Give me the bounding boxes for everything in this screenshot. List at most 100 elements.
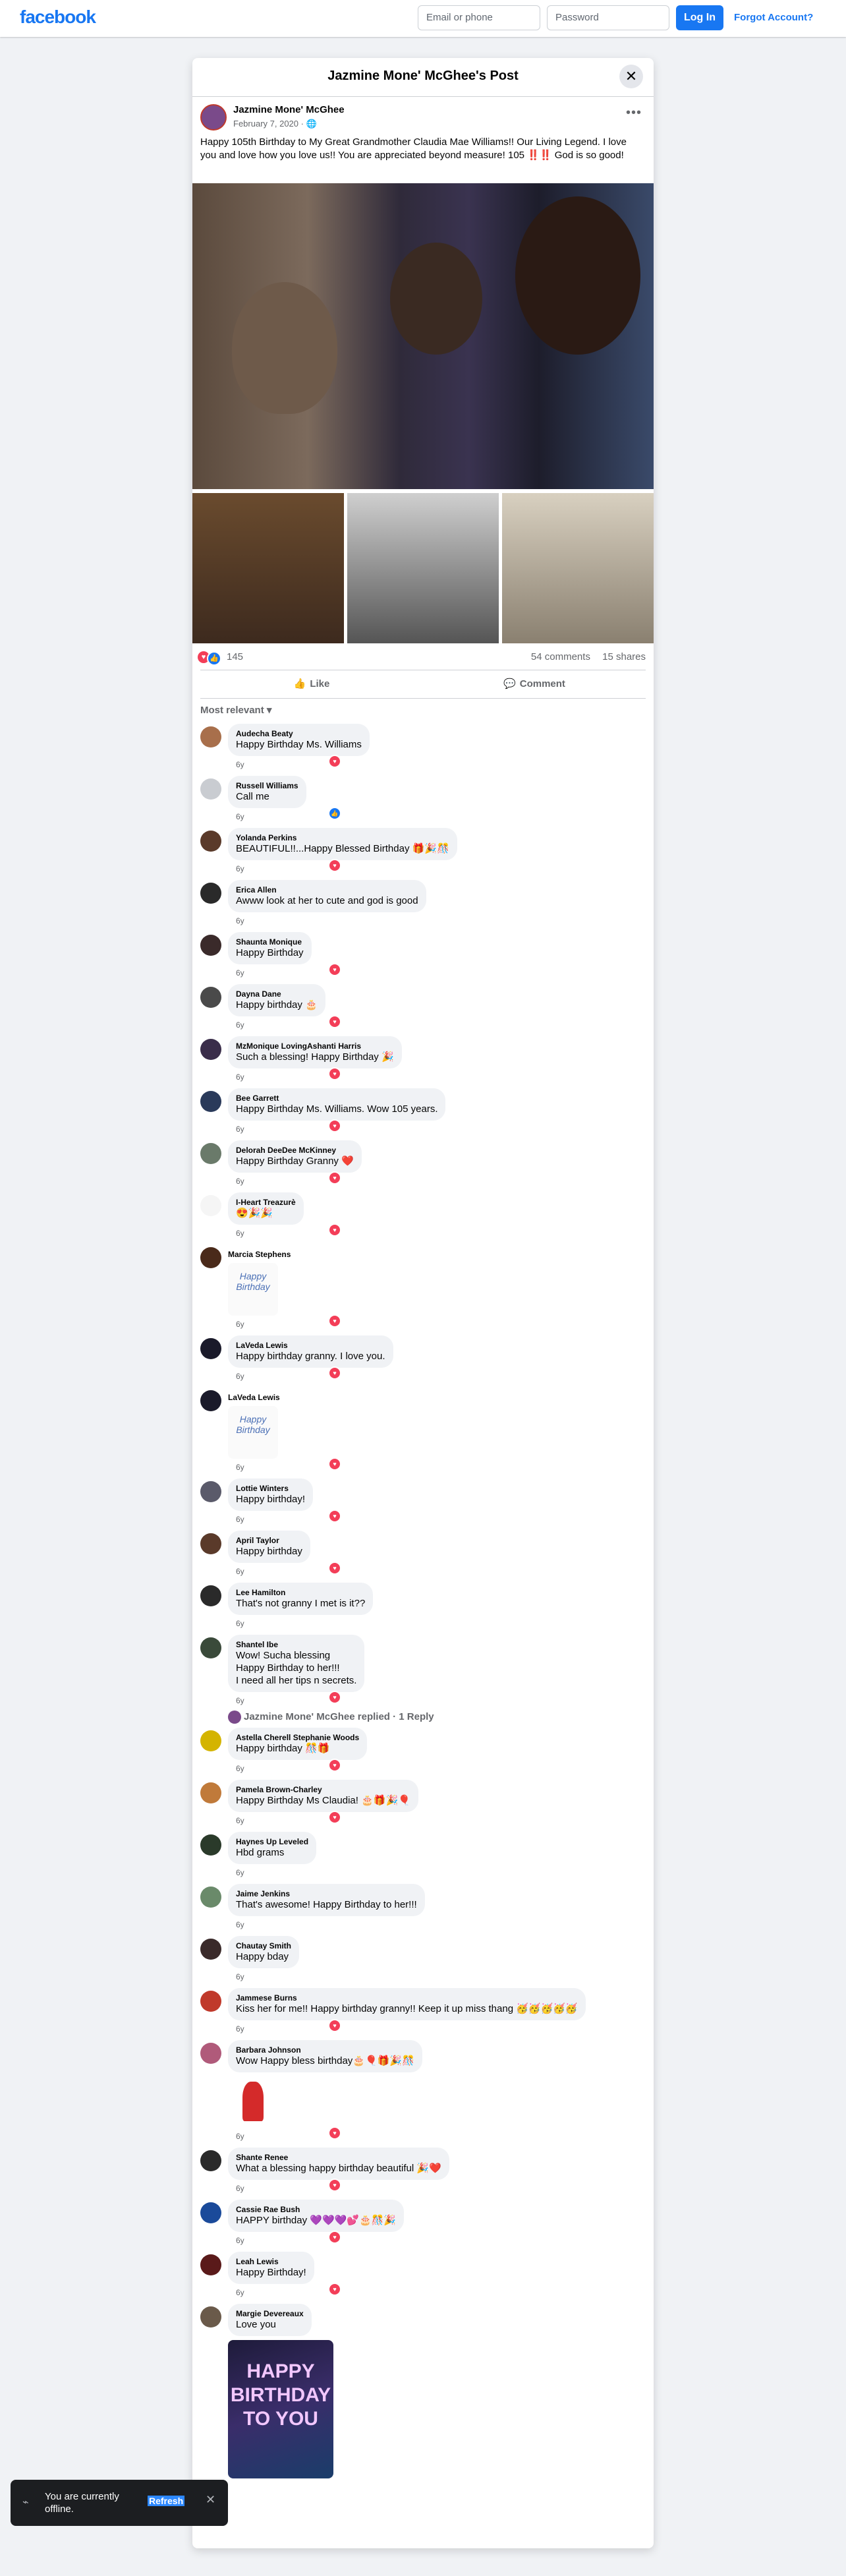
commenter-name[interactable]: Jaime Jenkins <box>236 1889 417 1898</box>
comment-time[interactable]: 6y <box>236 1125 244 1134</box>
comment-sort-dropdown[interactable]: Most relevant ▾ <box>200 704 271 716</box>
post-photo-main[interactable] <box>192 183 654 489</box>
commenter-avatar[interactable] <box>200 1939 221 1960</box>
commenter-avatar[interactable] <box>200 987 221 1008</box>
comment-time[interactable]: 6y <box>236 2132 244 2141</box>
commenter-avatar[interactable] <box>200 1637 221 1658</box>
love-reaction-icon[interactable]: ♥ <box>328 1015 341 1028</box>
love-reaction-icon[interactable]: ♥ <box>328 1562 341 1575</box>
comment-time[interactable]: 6y <box>236 2024 244 2034</box>
reply-summary[interactable]: Jazmine Mone' McGhee replied · 1 Reply <box>244 1711 434 1722</box>
commenter-name[interactable]: Shaunta Monique <box>236 937 304 947</box>
comment-time[interactable]: 6y <box>236 2236 244 2245</box>
commenter-name[interactable]: Delorah DeeDee McKinney <box>236 1146 354 1155</box>
post-photo-3[interactable] <box>347 493 499 643</box>
comment-time[interactable]: 6y <box>236 1320 244 1329</box>
commenter-avatar[interactable] <box>200 2150 221 2171</box>
love-reaction-icon[interactable]: ♥ <box>328 2179 341 2192</box>
comment-time[interactable]: 6y <box>236 1463 244 1472</box>
love-reaction-icon[interactable]: ♥ <box>328 1314 341 1328</box>
commenter-name[interactable]: MzMonique LovingAshanti Harris <box>236 1041 394 1051</box>
commenter-avatar[interactable] <box>200 2043 221 2064</box>
commenter-name[interactable]: Barbara Johnson <box>236 2045 414 2055</box>
comment-time[interactable]: 6y <box>236 1868 244 1877</box>
commenter-avatar[interactable] <box>200 1782 221 1803</box>
love-reaction-icon[interactable]: ♥ <box>328 1067 341 1080</box>
commenter-avatar[interactable] <box>200 935 221 956</box>
comment-time[interactable]: 6y <box>236 812 244 821</box>
commenter-avatar[interactable] <box>200 1143 221 1164</box>
commenter-avatar[interactable] <box>200 778 221 800</box>
commenter-name[interactable]: Bee Garrett <box>236 1094 437 1103</box>
love-reaction-icon[interactable]: ♥ <box>328 1119 341 1132</box>
love-reaction-icon[interactable]: ♥ <box>328 1509 341 1523</box>
love-reaction-icon[interactable]: ♥ <box>328 2019 341 2032</box>
email-field[interactable]: Email or phone <box>418 5 540 30</box>
author-avatar[interactable] <box>200 104 227 131</box>
commenter-avatar[interactable] <box>200 2306 221 2327</box>
love-reaction-icon[interactable]: ♥ <box>328 2283 341 2296</box>
commenter-avatar[interactable] <box>200 1481 221 1502</box>
commenter-name[interactable]: Audecha Beaty <box>236 729 362 738</box>
commenter-avatar[interactable] <box>200 1195 221 1216</box>
close-icon[interactable]: ✕ <box>206 2493 215 2507</box>
commenter-name[interactable]: Yolanda Perkins <box>236 833 449 842</box>
love-reaction-icon[interactable]: ♥ <box>328 859 341 872</box>
commenter-avatar[interactable] <box>200 1039 221 1060</box>
love-reaction-icon[interactable]: ♥ <box>328 755 341 768</box>
love-reaction-icon[interactable]: ♥ <box>328 1457 341 1471</box>
commenter-avatar[interactable] <box>200 1338 221 1359</box>
love-reaction-icon[interactable]: ♥ <box>328 1811 341 1824</box>
commenter-avatar[interactable] <box>200 726 221 747</box>
commenter-name[interactable]: Lee Hamilton <box>236 1588 365 1597</box>
love-reaction-icon[interactable]: ♥ <box>328 1759 341 1772</box>
refresh-link[interactable]: Refresh <box>148 2496 185 2506</box>
commenter-name[interactable]: Pamela Brown-Charley <box>236 1785 410 1794</box>
comment-time[interactable]: 6y <box>236 1696 244 1705</box>
commenter-name[interactable]: LaVeda Lewis <box>236 1341 385 1350</box>
comment-time[interactable]: 6y <box>236 1764 244 1773</box>
commenter-name[interactable]: Leah Lewis <box>236 2257 306 2266</box>
facebook-logo[interactable]: facebook <box>20 7 96 28</box>
comment-time[interactable]: 6y <box>236 968 244 978</box>
commenter-name[interactable]: April Taylor <box>236 1536 302 1545</box>
love-reaction-icon[interactable]: ♥ <box>328 1223 341 1237</box>
love-reaction-icon[interactable]: ♥ <box>328 2231 341 2244</box>
comment-button[interactable]: 💬 Comment <box>423 670 646 698</box>
commenter-avatar[interactable] <box>200 831 221 852</box>
comment-time[interactable]: 6y <box>236 760 244 769</box>
love-reaction-icon[interactable]: ♥ <box>328 963 341 976</box>
like-button[interactable]: 👍 Like <box>200 670 423 698</box>
commenter-avatar[interactable] <box>200 1533 221 1554</box>
commenter-avatar[interactable] <box>200 1091 221 1112</box>
comment-time[interactable]: 6y <box>236 1972 244 1981</box>
commenter-avatar[interactable] <box>200 2202 221 2223</box>
password-field[interactable]: Password <box>547 5 669 30</box>
love-reaction-icon[interactable]: ♥ <box>328 1366 341 1380</box>
comment-time[interactable]: 6y <box>236 1920 244 1929</box>
comment-time[interactable]: 6y <box>236 1177 244 1186</box>
comment-time[interactable]: 6y <box>236 1567 244 1576</box>
commenter-avatar[interactable] <box>200 1585 221 1606</box>
commenter-name[interactable]: Jammese Burns <box>236 1993 578 2003</box>
commenter-name[interactable]: I-Heart Treazurè <box>236 1198 296 1207</box>
post-date[interactable]: February 7, 2020 · 🌐 <box>233 119 317 129</box>
comment-time[interactable]: 6y <box>236 2184 244 2193</box>
commenter-name[interactable]: LaVeda Lewis <box>228 1393 280 1402</box>
commenter-avatar[interactable] <box>200 2254 221 2275</box>
commenter-avatar[interactable] <box>200 1991 221 2012</box>
post-photo-4[interactable] <box>502 493 654 643</box>
comment-time[interactable]: 6y <box>236 1229 244 1238</box>
commenter-name[interactable]: Haynes Up Leveled <box>236 1837 308 1846</box>
post-photo-2[interactable] <box>192 493 344 643</box>
more-options-icon[interactable]: ••• <box>626 105 642 121</box>
reaction-count[interactable]: 145 <box>227 651 243 662</box>
comment-time[interactable]: 6y <box>236 1372 244 1381</box>
commenter-name[interactable]: Cassie Rae Bush <box>236 2205 396 2214</box>
comment-time[interactable]: 6y <box>236 1619 244 1628</box>
love-reaction-icon[interactable]: ♥ <box>328 2126 341 2140</box>
comment-time[interactable]: 6y <box>236 1515 244 1524</box>
commenter-avatar[interactable] <box>200 1247 221 1268</box>
commenter-name[interactable]: Erica Allen <box>236 885 418 894</box>
login-button[interactable]: Log In <box>676 5 723 30</box>
